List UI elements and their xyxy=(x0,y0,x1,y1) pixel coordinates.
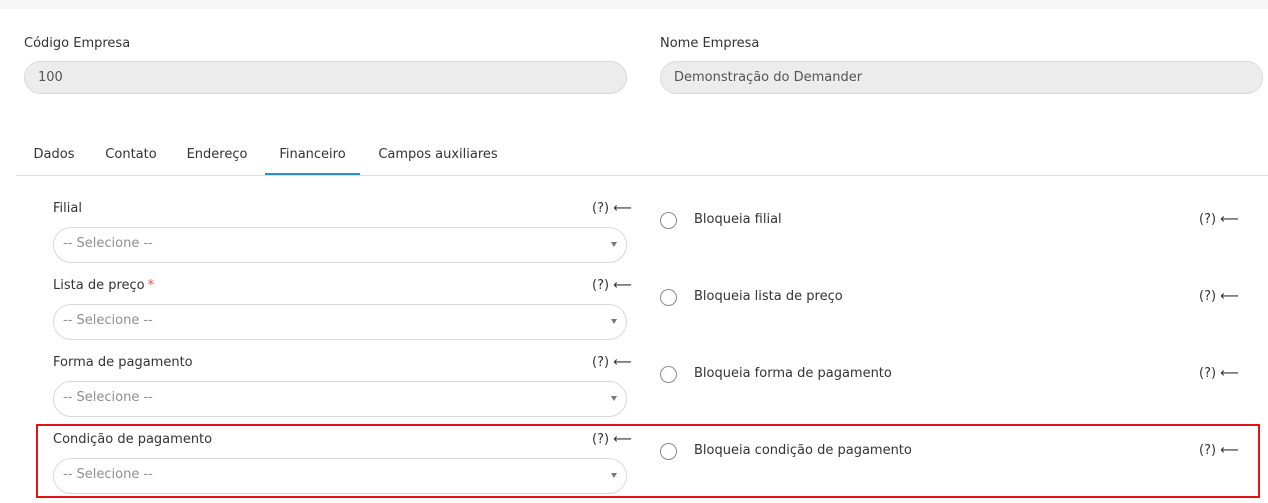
filial-select[interactable]: -- Selecione -- xyxy=(53,227,627,263)
bloqueia-filial-help-icon[interactable]: (?) ⟵ xyxy=(1199,212,1239,227)
lista-preco-select[interactable]: -- Selecione -- xyxy=(53,304,627,340)
tab-endereco[interactable]: Endereço xyxy=(178,137,256,174)
condicao-pagamento-help-icon[interactable]: (?) ⟵ xyxy=(592,432,632,447)
company-name-field[interactable]: Demonstração do Demander xyxy=(660,61,1263,94)
bloqueia-lista-preco-radio[interactable] xyxy=(660,289,677,306)
bloqueia-filial-label: Bloqueia filial xyxy=(694,212,782,227)
bloqueia-lista-preco-label: Bloqueia lista de preço xyxy=(694,289,843,304)
bloqueia-filial-radio[interactable] xyxy=(660,212,677,229)
lista-preco-label-text: Lista de preço xyxy=(53,278,145,293)
lista-preco-label: Lista de preço * xyxy=(53,278,154,293)
tab-dados[interactable]: Dados xyxy=(24,137,84,174)
company-code-label: Código Empresa xyxy=(24,36,131,51)
tab-contato[interactable]: Contato xyxy=(98,137,164,174)
required-mark: * xyxy=(147,278,155,293)
company-code-field[interactable]: 100 xyxy=(24,61,627,94)
condicao-pagamento-select[interactable]: -- Selecione -- xyxy=(53,458,627,494)
top-bar xyxy=(0,0,1268,9)
chevron-down-icon xyxy=(611,242,617,247)
bloqueia-condicao-pagamento-help-icon[interactable]: (?) ⟵ xyxy=(1199,443,1239,458)
lista-preco-select-placeholder: -- Selecione -- xyxy=(63,313,153,328)
tab-campos-auxiliares[interactable]: Campos auxiliares xyxy=(371,137,505,174)
filial-select-placeholder: -- Selecione -- xyxy=(63,236,153,251)
lista-preco-help-icon[interactable]: (?) ⟵ xyxy=(592,278,632,293)
bloqueia-lista-preco-help-icon[interactable]: (?) ⟵ xyxy=(1199,289,1239,304)
forma-pagamento-select[interactable]: -- Selecione -- xyxy=(53,381,627,417)
forma-pagamento-help-icon[interactable]: (?) ⟵ xyxy=(592,355,632,370)
chevron-down-icon xyxy=(611,473,617,478)
bloqueia-condicao-pagamento-radio[interactable] xyxy=(660,443,677,460)
bloqueia-forma-pagamento-radio[interactable] xyxy=(660,366,677,383)
filial-help-icon[interactable]: (?) ⟵ xyxy=(592,201,632,216)
company-name-label: Nome Empresa xyxy=(660,36,760,51)
condicao-pagamento-label: Condição de pagamento xyxy=(53,432,213,447)
forma-pagamento-select-placeholder: -- Selecione -- xyxy=(63,390,153,405)
chevron-down-icon xyxy=(611,319,617,324)
condicao-pagamento-select-placeholder: -- Selecione -- xyxy=(63,467,153,482)
chevron-down-icon xyxy=(611,396,617,401)
bloqueia-condicao-pagamento-label: Bloqueia condição de pagamento xyxy=(694,443,912,458)
tab-bar: Dados Contato Endereço Financeiro Campos… xyxy=(16,137,1268,176)
bloqueia-forma-pagamento-help-icon[interactable]: (?) ⟵ xyxy=(1199,366,1239,381)
tab-financeiro[interactable]: Financeiro xyxy=(265,137,360,175)
forma-pagamento-label: Forma de pagamento xyxy=(53,355,193,370)
filial-label: Filial xyxy=(53,201,82,216)
bloqueia-forma-pagamento-label: Bloqueia forma de pagamento xyxy=(694,366,892,381)
